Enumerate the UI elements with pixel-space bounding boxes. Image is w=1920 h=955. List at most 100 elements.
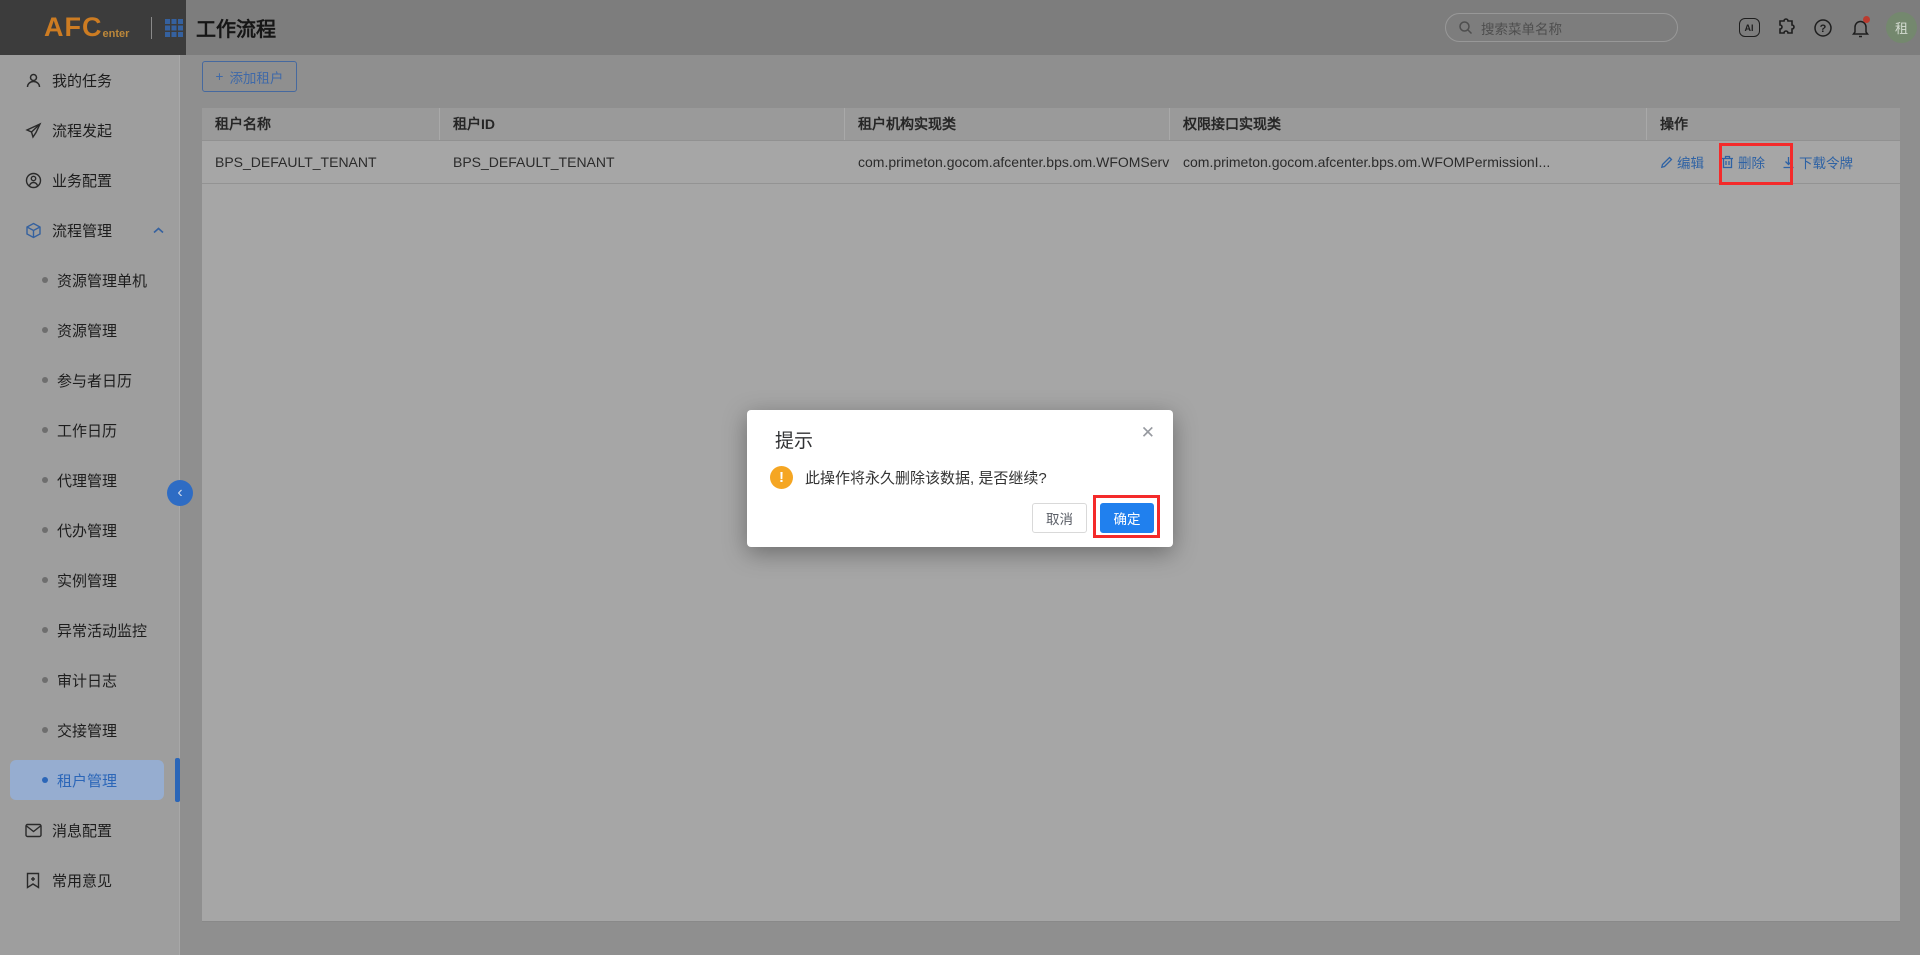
user-icon (24, 71, 42, 89)
mail-icon (24, 821, 42, 839)
sidebar-item-label: 代办管理 (57, 520, 117, 541)
bullet-dot (42, 527, 48, 533)
sidebar-item-label: 参与者日历 (57, 370, 132, 391)
table-header-row: 租户名称 租户ID 租户机构实现类 权限接口实现类 操作 (202, 108, 1900, 141)
cell-tenant-name: BPS_DEFAULT_TENANT (202, 141, 440, 183)
sidebar-item-label: 异常活动监控 (57, 620, 147, 641)
add-tenant-button[interactable]: + 添加租户 (202, 61, 297, 92)
sidebar-collapse-button[interactable]: ‹ (167, 480, 193, 506)
column-header-actions: 操作 (1647, 108, 1900, 140)
search-placeholder: 搜索菜单名称 (1481, 18, 1562, 38)
bullet-dot (42, 427, 48, 433)
app-grid-icon[interactable] (164, 18, 184, 38)
sidebar-item-work-calendar[interactable]: 工作日历 (0, 410, 180, 450)
dialog-title: 提示 (775, 426, 813, 453)
table-row: BPS_DEFAULT_TENANT BPS_DEFAULT_TENANT co… (202, 141, 1900, 184)
dialog-message-row: ! 此操作将永久删除该数据, 是否继续? (770, 466, 1047, 489)
sidebar-item-label: 流程发起 (52, 120, 112, 141)
bookmark-plus-icon (24, 871, 42, 889)
sidebar-item-participant-calendar[interactable]: 参与者日历 (0, 360, 180, 400)
confirm-dialog: 提示 ✕ ! 此操作将永久删除该数据, 是否继续? 取消 确定 (747, 410, 1173, 547)
sidebar-item-business-config[interactable]: 业务配置 (0, 160, 180, 200)
sidebar-item-label: 租户管理 (57, 770, 117, 791)
sidebar-item-label: 资源管理 (57, 320, 117, 341)
send-icon (24, 121, 42, 139)
sidebar-item-instance-mgmt[interactable]: 实例管理 (0, 560, 180, 600)
sidebar-item-abnormal-activity-monitor[interactable]: 异常活动监控 (0, 610, 180, 650)
trash-icon (1721, 155, 1734, 169)
sidebar-item-label: 消息配置 (52, 820, 112, 841)
dialog-message: 此操作将永久删除该数据, 是否继续? (805, 467, 1047, 488)
sidebar-item-label: 我的任务 (52, 70, 112, 91)
download-icon (1782, 156, 1795, 169)
sidebar-item-label: 审计日志 (57, 670, 117, 691)
logo-block: AFC enter (0, 0, 186, 55)
user-badge-icon (24, 171, 42, 189)
sidebar-item-process-management[interactable]: 流程管理 (0, 210, 180, 250)
sidebar-item-common-opinions[interactable]: 常用意见 (0, 860, 180, 900)
bullet-dot (42, 477, 48, 483)
sidebar-item-label: 资源管理单机 (57, 270, 147, 291)
cell-actions: 编辑 删除 下载令牌 (1647, 141, 1900, 183)
sidebar-item-handover-mgmt[interactable]: 交接管理 (0, 710, 180, 750)
header-divider (151, 17, 152, 39)
bullet-dot (42, 777, 48, 783)
bullet-dot (42, 727, 48, 733)
cube-icon (24, 221, 42, 239)
help-icon[interactable]: ? (1812, 17, 1834, 39)
active-item-bar (175, 758, 180, 802)
dialog-footer: 取消 确定 (1032, 503, 1154, 533)
top-header: AFC enter 工作流程 搜索菜单名称 AI (0, 0, 1920, 55)
bullet-dot (42, 277, 48, 283)
sidebar-item-agent-mgmt[interactable]: 代理管理 (0, 460, 180, 500)
sidebar-item-label: 常用意见 (52, 870, 112, 891)
edit-action-link[interactable]: 编辑 (1660, 152, 1704, 172)
cancel-button[interactable]: 取消 (1032, 503, 1087, 533)
bullet-dot (42, 377, 48, 383)
sidebar-item-my-tasks[interactable]: 我的任务 (0, 60, 180, 100)
bullet-dot (42, 677, 48, 683)
logo-subtext: enter (103, 28, 130, 40)
warning-icon: ! (770, 466, 793, 489)
cell-org-impl: com.primeton.gocom.afcenter.bps.om.WFOMS… (845, 141, 1170, 183)
sidebar-item-label: 实例管理 (57, 570, 117, 591)
plugin-icon[interactable] (1775, 17, 1797, 39)
ai-assistant-icon[interactable]: AI (1738, 17, 1760, 39)
sidebar-item-label: 代理管理 (57, 470, 117, 491)
header-icon-group: AI ? 租 (1738, 0, 1917, 55)
bullet-dot (42, 577, 48, 583)
search-icon (1458, 20, 1473, 35)
download-token-action-link[interactable]: 下载令牌 (1782, 152, 1853, 172)
page-title: 工作流程 (196, 13, 276, 42)
plus-icon: + (216, 69, 224, 84)
logo-text: AFC (44, 12, 103, 43)
column-header-permission-impl: 权限接口实现类 (1170, 108, 1647, 140)
sidebar-item-todo-mgmt[interactable]: 代办管理 (0, 510, 180, 550)
cell-permission-impl: com.primeton.gocom.afcenter.bps.om.WFOMP… (1170, 141, 1647, 183)
sidebar-item-label: 业务配置 (52, 170, 112, 191)
sidebar-item-resource-mgmt-single[interactable]: 资源管理单机 (0, 260, 180, 300)
close-icon[interactable]: ✕ (1141, 423, 1155, 443)
sidebar-item-tenant-mgmt[interactable]: 租户管理 (0, 760, 180, 800)
confirm-button[interactable]: 确定 (1100, 503, 1154, 533)
sidebar-item-audit-log[interactable]: 审计日志 (0, 660, 180, 700)
sidebar-item-resource-mgmt[interactable]: 资源管理 (0, 310, 180, 350)
svg-text:?: ? (1820, 23, 1827, 35)
bullet-dot (42, 627, 48, 633)
sidebar-item-process-start[interactable]: 流程发起 (0, 110, 180, 150)
app-root: AFC enter 工作流程 搜索菜单名称 AI (0, 0, 1920, 955)
sidebar-item-message-config[interactable]: 消息配置 (0, 810, 180, 850)
bullet-dot (42, 327, 48, 333)
column-header-tenant-name: 租户名称 (202, 108, 440, 140)
notification-dot (1863, 16, 1870, 23)
menu-search-input[interactable]: 搜索菜单名称 (1445, 13, 1678, 42)
sidebar-nav: 我的任务 流程发起 业务配置 流程管理 (0, 55, 180, 955)
sidebar-item-label: 工作日历 (57, 420, 117, 441)
notification-bell-icon[interactable] (1849, 17, 1871, 39)
column-header-org-impl: 租户机构实现类 (845, 108, 1170, 140)
sidebar-item-label: 流程管理 (52, 220, 112, 241)
sidebar-item-label: 交接管理 (57, 720, 117, 741)
delete-action-link[interactable]: 删除 (1721, 152, 1765, 172)
user-avatar[interactable]: 租 (1886, 12, 1917, 43)
pencil-icon (1660, 156, 1673, 169)
